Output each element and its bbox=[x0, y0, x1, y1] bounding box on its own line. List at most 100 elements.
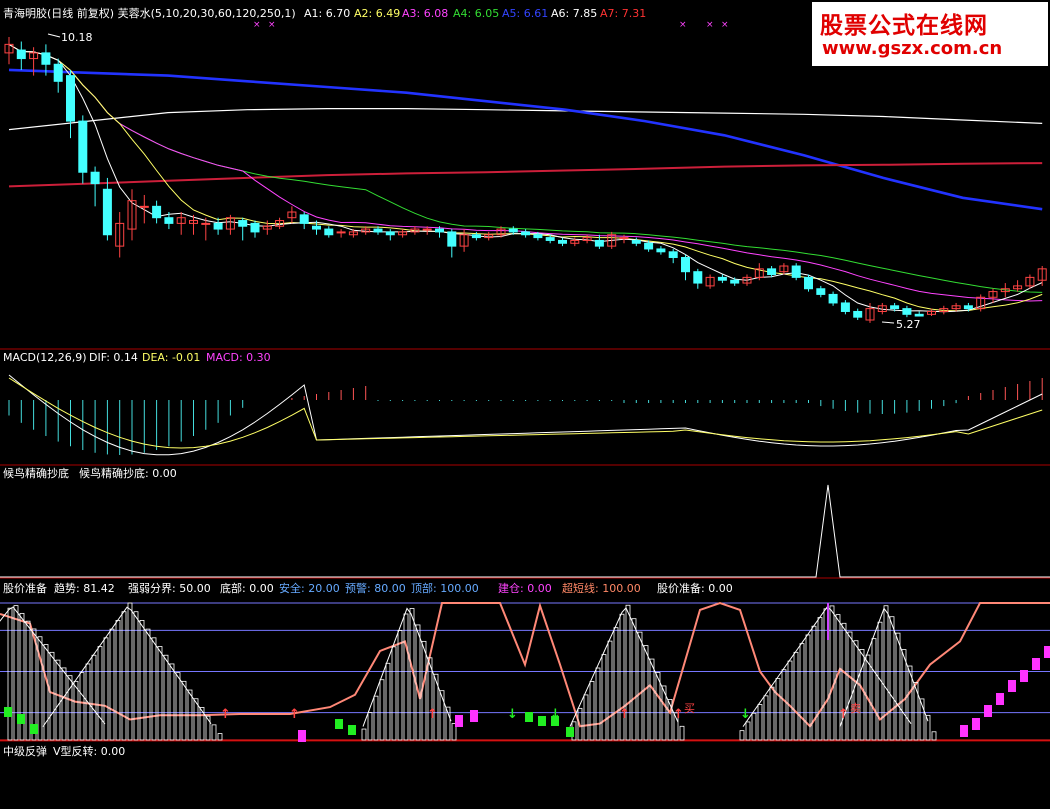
position-bar bbox=[403, 613, 409, 741]
signal-arrow: ↑ bbox=[427, 707, 438, 722]
panel4-item-1: 股价准备 bbox=[3, 582, 47, 595]
position-bar bbox=[145, 628, 151, 741]
buildup-block bbox=[1008, 680, 1016, 692]
signal-arrow: ↑ bbox=[289, 707, 300, 722]
macd-name: MACD(12,26,9) bbox=[3, 351, 87, 364]
candle-body bbox=[102, 188, 112, 236]
position-bar bbox=[61, 667, 67, 741]
ma-value-1: A1: 6.70 bbox=[304, 7, 351, 20]
site-logo: 股票公式在线网 www.gszx.com.cn bbox=[812, 2, 1048, 66]
position-bar bbox=[883, 605, 889, 741]
candle-body bbox=[853, 310, 863, 318]
candle-body bbox=[767, 268, 777, 276]
candle-body bbox=[78, 120, 88, 173]
candle-body bbox=[656, 248, 666, 253]
signal-arrow: ↑ bbox=[673, 707, 684, 722]
panel4-item-4: 底部: 0.00 bbox=[220, 582, 274, 595]
hump-curve-2 bbox=[0, 606, 106, 725]
position-bar bbox=[925, 714, 931, 741]
position-bar bbox=[7, 607, 13, 741]
position-bar bbox=[853, 640, 859, 741]
position-bar bbox=[595, 667, 601, 741]
signal-mark: × bbox=[706, 20, 714, 30]
candle-body bbox=[644, 242, 654, 250]
green-block bbox=[566, 727, 574, 737]
candle-body bbox=[521, 231, 531, 236]
buildup-block bbox=[1020, 670, 1028, 682]
candle-body bbox=[299, 214, 309, 224]
candle-body bbox=[471, 234, 481, 239]
candle-body bbox=[693, 271, 703, 284]
position-bar bbox=[175, 672, 181, 741]
signal-arrow: ↓ bbox=[507, 707, 518, 722]
position-bar bbox=[895, 632, 901, 741]
macd-dea-line bbox=[8, 377, 1043, 449]
candle-body bbox=[201, 222, 211, 225]
position-bar bbox=[871, 638, 877, 741]
green-block bbox=[525, 712, 533, 722]
ma-a4-line bbox=[8, 43, 1043, 293]
position-bar bbox=[211, 724, 217, 741]
position-bar bbox=[631, 618, 637, 741]
candle-body bbox=[139, 205, 149, 208]
ma-value-5: A5: 6.61 bbox=[502, 7, 549, 20]
candle-body bbox=[447, 231, 457, 247]
low-price-label: 5.27 bbox=[896, 318, 921, 331]
candle-body bbox=[422, 228, 432, 231]
candle-body bbox=[902, 308, 912, 315]
buildup-block bbox=[455, 715, 463, 727]
green-block bbox=[335, 719, 343, 729]
high-arrow bbox=[47, 33, 61, 38]
trend-line bbox=[0, 601, 1050, 728]
position-bar bbox=[91, 654, 97, 741]
candle-body bbox=[717, 276, 727, 281]
position-bar bbox=[121, 611, 127, 741]
green-block bbox=[17, 714, 25, 724]
position-bar bbox=[397, 630, 403, 741]
buildup-block bbox=[1032, 658, 1040, 670]
position-bar bbox=[97, 646, 103, 741]
ma-a5-line bbox=[8, 68, 1043, 211]
candle-body bbox=[435, 228, 444, 233]
position-bar bbox=[385, 662, 391, 741]
position-bar bbox=[787, 660, 793, 741]
candle-body bbox=[558, 239, 567, 244]
position-bar bbox=[757, 704, 763, 741]
candle-body bbox=[16, 49, 26, 60]
position-bar bbox=[775, 678, 781, 741]
position-bar bbox=[739, 730, 745, 741]
stock-chart[interactable]: × × × × × ↑ ↑ ↑ ↑ ↑ ↑ ↓ ↓ ↓ 买 卖 青海明胶(日线 前复权) 芙蓉水(5,10,2… bbox=[0, 0, 1050, 805]
buildup-block bbox=[470, 710, 478, 722]
position-bar bbox=[157, 646, 163, 741]
candle-body bbox=[533, 234, 543, 239]
logo-text-cn: 股票公式在线网 bbox=[820, 13, 988, 39]
candle-body bbox=[791, 265, 801, 278]
position-bar bbox=[793, 651, 799, 741]
candle-body bbox=[914, 313, 924, 317]
position-bar bbox=[379, 679, 385, 741]
position-bar bbox=[31, 628, 37, 741]
position-bar bbox=[427, 657, 433, 741]
low-arrow bbox=[881, 321, 895, 324]
buy-label: 买 bbox=[684, 702, 695, 715]
position-bar bbox=[841, 622, 847, 741]
chart-canvas[interactable]: × × × × × ↑ ↑ ↑ ↑ ↑ ↑ ↓ ↓ ↓ 买 卖 bbox=[0, 0, 1050, 805]
position-bar bbox=[817, 617, 823, 741]
candle-body bbox=[508, 228, 518, 233]
chart-title: 青海明胶(日线 前复权) 芙蓉水(5,10,20,30,60,120,250,1… bbox=[3, 7, 296, 20]
ma-value-3: A3: 6.08 bbox=[402, 7, 449, 20]
candle-body bbox=[164, 217, 174, 224]
candle-body bbox=[963, 305, 973, 310]
position-bar bbox=[133, 611, 139, 741]
position-bar bbox=[643, 645, 649, 741]
ma-a6-line bbox=[8, 107, 1043, 131]
position-bar bbox=[79, 672, 85, 741]
position-bar bbox=[73, 680, 79, 741]
macd-dif-line bbox=[8, 374, 1043, 456]
position-bar bbox=[769, 686, 775, 741]
position-bar bbox=[139, 620, 145, 741]
buildup-block bbox=[984, 705, 992, 717]
candle-body bbox=[373, 228, 383, 233]
panel3-title: 候鸟精确抄底 bbox=[3, 467, 69, 480]
position-bar bbox=[799, 643, 805, 741]
